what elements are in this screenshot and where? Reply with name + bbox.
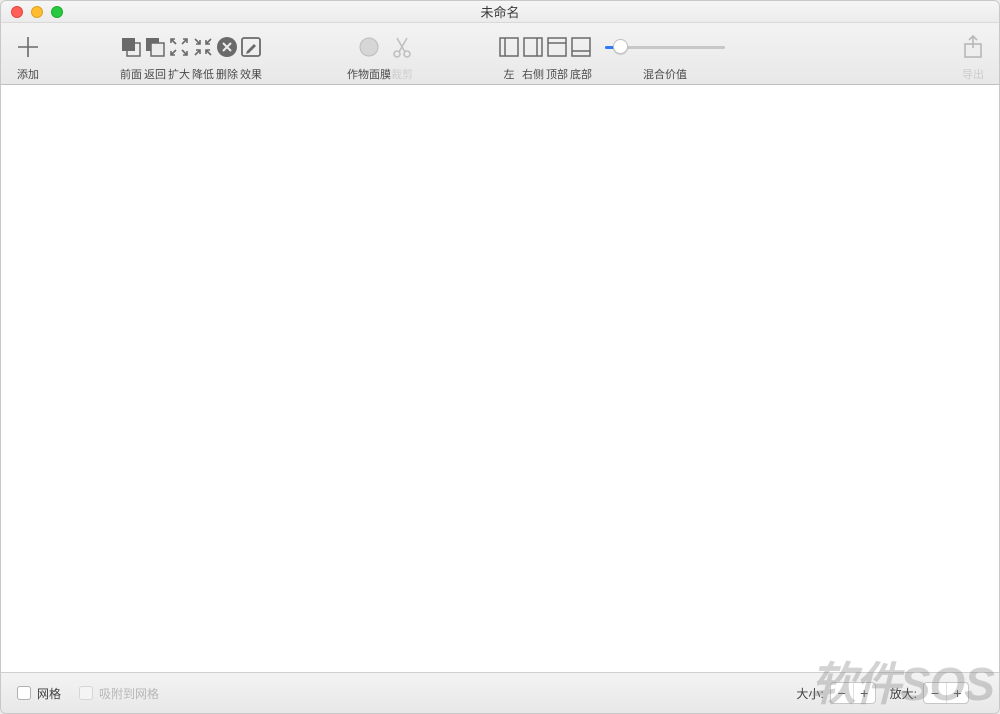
zoom-increment[interactable]: + xyxy=(946,682,968,704)
bring-front-icon xyxy=(119,32,143,62)
blend-slider[interactable] xyxy=(605,37,725,57)
grid-checkbox[interactable] xyxy=(17,686,31,700)
reduce-label: 降低 xyxy=(192,66,214,82)
close-window-button[interactable] xyxy=(11,6,23,18)
back-button[interactable]: 返回 xyxy=(143,26,167,82)
export-button[interactable]: 导出 xyxy=(961,26,985,82)
plus-icon xyxy=(15,32,41,62)
canvas-area[interactable] xyxy=(1,85,999,673)
align-right-icon xyxy=(521,32,545,62)
reduce-button[interactable]: 降低 xyxy=(191,26,215,82)
align-right-label: 右侧 xyxy=(522,66,544,82)
align-left-button[interactable]: 左 xyxy=(497,26,521,82)
back-label: 返回 xyxy=(144,66,166,82)
toolbar: 添加 前面 返回 扩大 xyxy=(1,23,999,85)
size-label: 大小: xyxy=(796,685,823,702)
statusbar: 网格 吸附到网格 大小: − + 放大: − + xyxy=(1,673,999,713)
delete-icon xyxy=(215,32,239,62)
traffic-lights xyxy=(11,6,63,18)
zoom-label: 放大: xyxy=(890,685,917,702)
grid-checkbox-wrap[interactable]: 网格 xyxy=(17,685,61,702)
share-icon xyxy=(961,32,985,62)
blend-label: 混合价值 xyxy=(643,66,687,82)
align-bottom-button[interactable]: 底部 xyxy=(569,26,593,82)
zoom-window-button[interactable] xyxy=(51,6,63,18)
snap-checkbox-wrap: 吸附到网格 xyxy=(79,685,159,702)
align-bottom-icon xyxy=(569,32,593,62)
export-label: 导出 xyxy=(962,66,984,82)
align-bottom-label: 底部 xyxy=(570,66,592,82)
align-left-label: 左 xyxy=(504,66,515,82)
delete-button[interactable]: 删除 xyxy=(215,26,239,82)
front-label: 前面 xyxy=(120,66,142,82)
crop-button: 裁剪 xyxy=(391,26,413,82)
titlebar: 未命名 xyxy=(1,1,999,23)
edit-icon xyxy=(239,32,263,62)
crop-label: 裁剪 xyxy=(391,66,413,82)
window-title: 未命名 xyxy=(1,2,999,21)
effect-button[interactable]: 效果 xyxy=(239,26,263,82)
size-increment[interactable]: + xyxy=(853,682,875,704)
align-top-button[interactable]: 顶部 xyxy=(545,26,569,82)
contract-icon xyxy=(191,32,215,62)
window: 未命名 添加 前面 返回 xyxy=(0,0,1000,714)
minimize-window-button[interactable] xyxy=(31,6,43,18)
send-back-icon xyxy=(143,32,167,62)
scissors-icon xyxy=(391,32,413,62)
add-label: 添加 xyxy=(17,66,39,82)
zoom-stepper[interactable]: − + xyxy=(923,682,969,704)
size-stepper[interactable]: − + xyxy=(830,682,876,704)
align-top-icon xyxy=(545,32,569,62)
snap-label: 吸附到网格 xyxy=(99,685,159,702)
zoom-decrement[interactable]: − xyxy=(924,682,946,704)
grid-label: 网格 xyxy=(37,685,61,702)
cropmask-label: 作物面膜 xyxy=(347,66,391,82)
snap-checkbox xyxy=(79,686,93,700)
align-left-icon xyxy=(497,32,521,62)
slider-thumb[interactable] xyxy=(613,39,628,54)
align-top-label: 顶部 xyxy=(546,66,568,82)
effect-label: 效果 xyxy=(240,66,262,82)
blend-slider-item: 混合价值 xyxy=(599,26,731,82)
enlarge-button[interactable]: 扩大 xyxy=(167,26,191,82)
add-button[interactable]: 添加 xyxy=(15,26,41,82)
align-right-button[interactable]: 右侧 xyxy=(521,26,545,82)
size-decrement[interactable]: − xyxy=(831,682,853,704)
delete-label: 删除 xyxy=(216,66,238,82)
enlarge-label: 扩大 xyxy=(168,66,190,82)
front-button[interactable]: 前面 xyxy=(119,26,143,82)
circle-mask-icon xyxy=(357,32,381,62)
expand-icon xyxy=(167,32,191,62)
cropmask-button[interactable]: 作物面膜 xyxy=(347,26,391,82)
